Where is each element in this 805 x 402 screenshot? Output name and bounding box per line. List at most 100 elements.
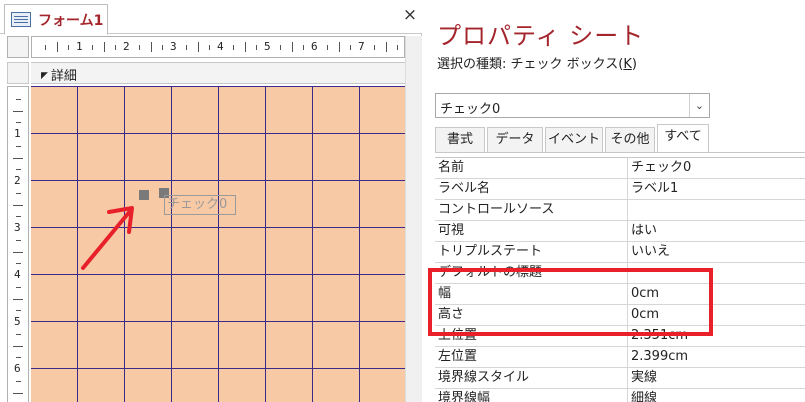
ruler-tick xyxy=(115,45,117,50)
property-name: 幅 xyxy=(435,284,628,304)
ruler-number: 3 xyxy=(170,40,177,53)
ruler-tick xyxy=(209,45,211,50)
ruler-tick xyxy=(13,204,23,206)
property-row[interactable]: 名前 チェック0 xyxy=(435,158,805,179)
ruler-corner xyxy=(7,36,29,58)
property-value[interactable]: 実線 xyxy=(631,368,805,388)
selection-type-label: 選択の種類: チェック ボックス( xyxy=(437,57,624,72)
vertical-scrollbar[interactable] xyxy=(405,36,422,402)
ruler-number: 6 xyxy=(311,40,318,53)
tab-event[interactable]: イベント xyxy=(545,127,603,152)
ruler-tick xyxy=(103,42,105,52)
ruler-tick xyxy=(13,251,23,253)
property-tabs: 書式 データ イベント その他 すべて xyxy=(435,124,805,153)
property-value[interactable]: 2.351cm xyxy=(631,326,805,346)
ruler-number: 1 xyxy=(76,40,83,53)
property-value[interactable]: 細線 xyxy=(631,389,805,402)
property-row[interactable]: 境界線幅 細線 xyxy=(435,389,805,402)
ruler-number: 5 xyxy=(14,315,21,328)
horizontal-ruler: 1 2 3 4 5 6 7 xyxy=(31,36,405,58)
ruler-tick xyxy=(44,45,46,50)
property-value[interactable]: いいえ xyxy=(631,242,805,262)
property-sheet-title: プロパティ シート xyxy=(437,22,645,50)
ruler-tick xyxy=(13,110,23,112)
ruler-number: 6 xyxy=(14,362,21,375)
tabs-divider xyxy=(435,152,805,153)
ruler-tick xyxy=(162,45,164,50)
ruler-tick xyxy=(13,298,23,300)
property-row[interactable]: デフォルトの標題 xyxy=(435,263,805,284)
selection-type-close: ) xyxy=(631,57,637,72)
property-row[interactable]: 境界線スタイル 実線 xyxy=(435,368,805,389)
property-value[interactable]: 0cm xyxy=(631,305,805,325)
property-value[interactable]: はい xyxy=(631,221,805,241)
form-document-tab[interactable]: フォーム1 xyxy=(4,4,108,35)
property-value[interactable]: ラベル1 xyxy=(631,179,805,199)
tab-other[interactable]: その他 xyxy=(605,127,655,152)
ruler-tick xyxy=(197,42,199,52)
property-name: トリプルステート xyxy=(435,242,628,262)
property-name: 左位置 xyxy=(435,347,628,367)
tab-format[interactable]: 書式 xyxy=(435,127,485,152)
ruler-tick xyxy=(16,357,21,359)
design-grid-canvas[interactable]: チェック0 xyxy=(31,86,405,402)
property-row[interactable]: コントロールソース xyxy=(435,200,805,221)
property-value[interactable]: 2.399cm xyxy=(631,347,805,367)
section-selector[interactable] xyxy=(7,62,29,84)
ruler-number: 5 xyxy=(264,40,271,53)
property-name: 可視 xyxy=(435,221,628,241)
property-row[interactable]: トリプルステート いいえ xyxy=(435,242,805,263)
property-name: 上位置 xyxy=(435,326,628,346)
ruler-tick xyxy=(373,45,375,50)
ruler-tick xyxy=(16,145,21,147)
property-row[interactable]: 可視 はい xyxy=(435,221,805,242)
property-name: 境界線スタイル xyxy=(435,368,628,388)
property-value[interactable] xyxy=(631,263,805,283)
ruler-tick xyxy=(16,169,21,171)
object-selector-dropdown[interactable]: チェック0 ⌄ xyxy=(435,93,710,118)
ruler-tick xyxy=(232,45,234,50)
property-name: ラベル名 xyxy=(435,179,628,199)
property-row[interactable]: 幅 0cm xyxy=(435,284,805,305)
form-designer: フォーム1 × 1 2 3 4 5 6 7 詳細 1 2 3 4 5 6 チェック0 xyxy=(0,0,422,402)
property-row[interactable]: 高さ 0cm xyxy=(435,305,805,326)
selected-object-value: チェック0 xyxy=(440,102,501,117)
property-row[interactable]: 左位置 2.399cm xyxy=(435,347,805,368)
property-row[interactable]: 上位置 2.351cm xyxy=(435,326,805,347)
property-name: 境界線幅 xyxy=(435,389,628,402)
property-sheet-pane: プロパティ シート 選択の種類: チェック ボックス(K) チェック0 ⌄ 書式… xyxy=(423,0,805,402)
tab-all[interactable]: すべて xyxy=(657,124,709,153)
ruler-tick xyxy=(338,42,340,52)
ruler-tick xyxy=(13,392,23,394)
property-value[interactable]: チェック0 xyxy=(631,158,805,178)
property-row[interactable]: ラベル名 ラベル1 xyxy=(435,179,805,200)
property-value[interactable]: 0cm xyxy=(631,284,805,304)
property-name: デフォルトの標題 xyxy=(435,263,628,283)
property-value[interactable] xyxy=(631,200,805,220)
ruler-number: 2 xyxy=(14,174,21,187)
ruler-tick xyxy=(350,45,352,50)
selection-type-access-key: K xyxy=(623,57,632,72)
ruler-tick xyxy=(16,192,21,194)
ruler-tick xyxy=(91,45,93,50)
chevron-down-icon[interactable]: ⌄ xyxy=(689,94,709,117)
close-icon[interactable]: × xyxy=(401,6,419,24)
ruler-tick xyxy=(150,42,152,52)
ruler-number: 4 xyxy=(217,40,224,53)
ruler-tick xyxy=(13,345,23,347)
property-name: 高さ xyxy=(435,305,628,325)
property-name: コントロールソース xyxy=(435,200,628,220)
ruler-tick xyxy=(16,333,21,335)
ruler-tick xyxy=(13,157,23,159)
ruler-tick xyxy=(16,310,21,312)
ruler-tick xyxy=(291,42,293,52)
tab-data[interactable]: データ xyxy=(487,127,543,152)
ruler-tick xyxy=(244,42,246,52)
ruler-tick xyxy=(16,286,21,288)
ruler-number: 4 xyxy=(14,268,21,281)
ruler-tick xyxy=(16,263,21,265)
ruler-tick xyxy=(385,42,387,52)
detail-section-bar[interactable]: 詳細 xyxy=(31,62,405,84)
ruler-tick xyxy=(16,380,21,382)
document-tab-bar: フォーム1 × xyxy=(0,0,422,35)
